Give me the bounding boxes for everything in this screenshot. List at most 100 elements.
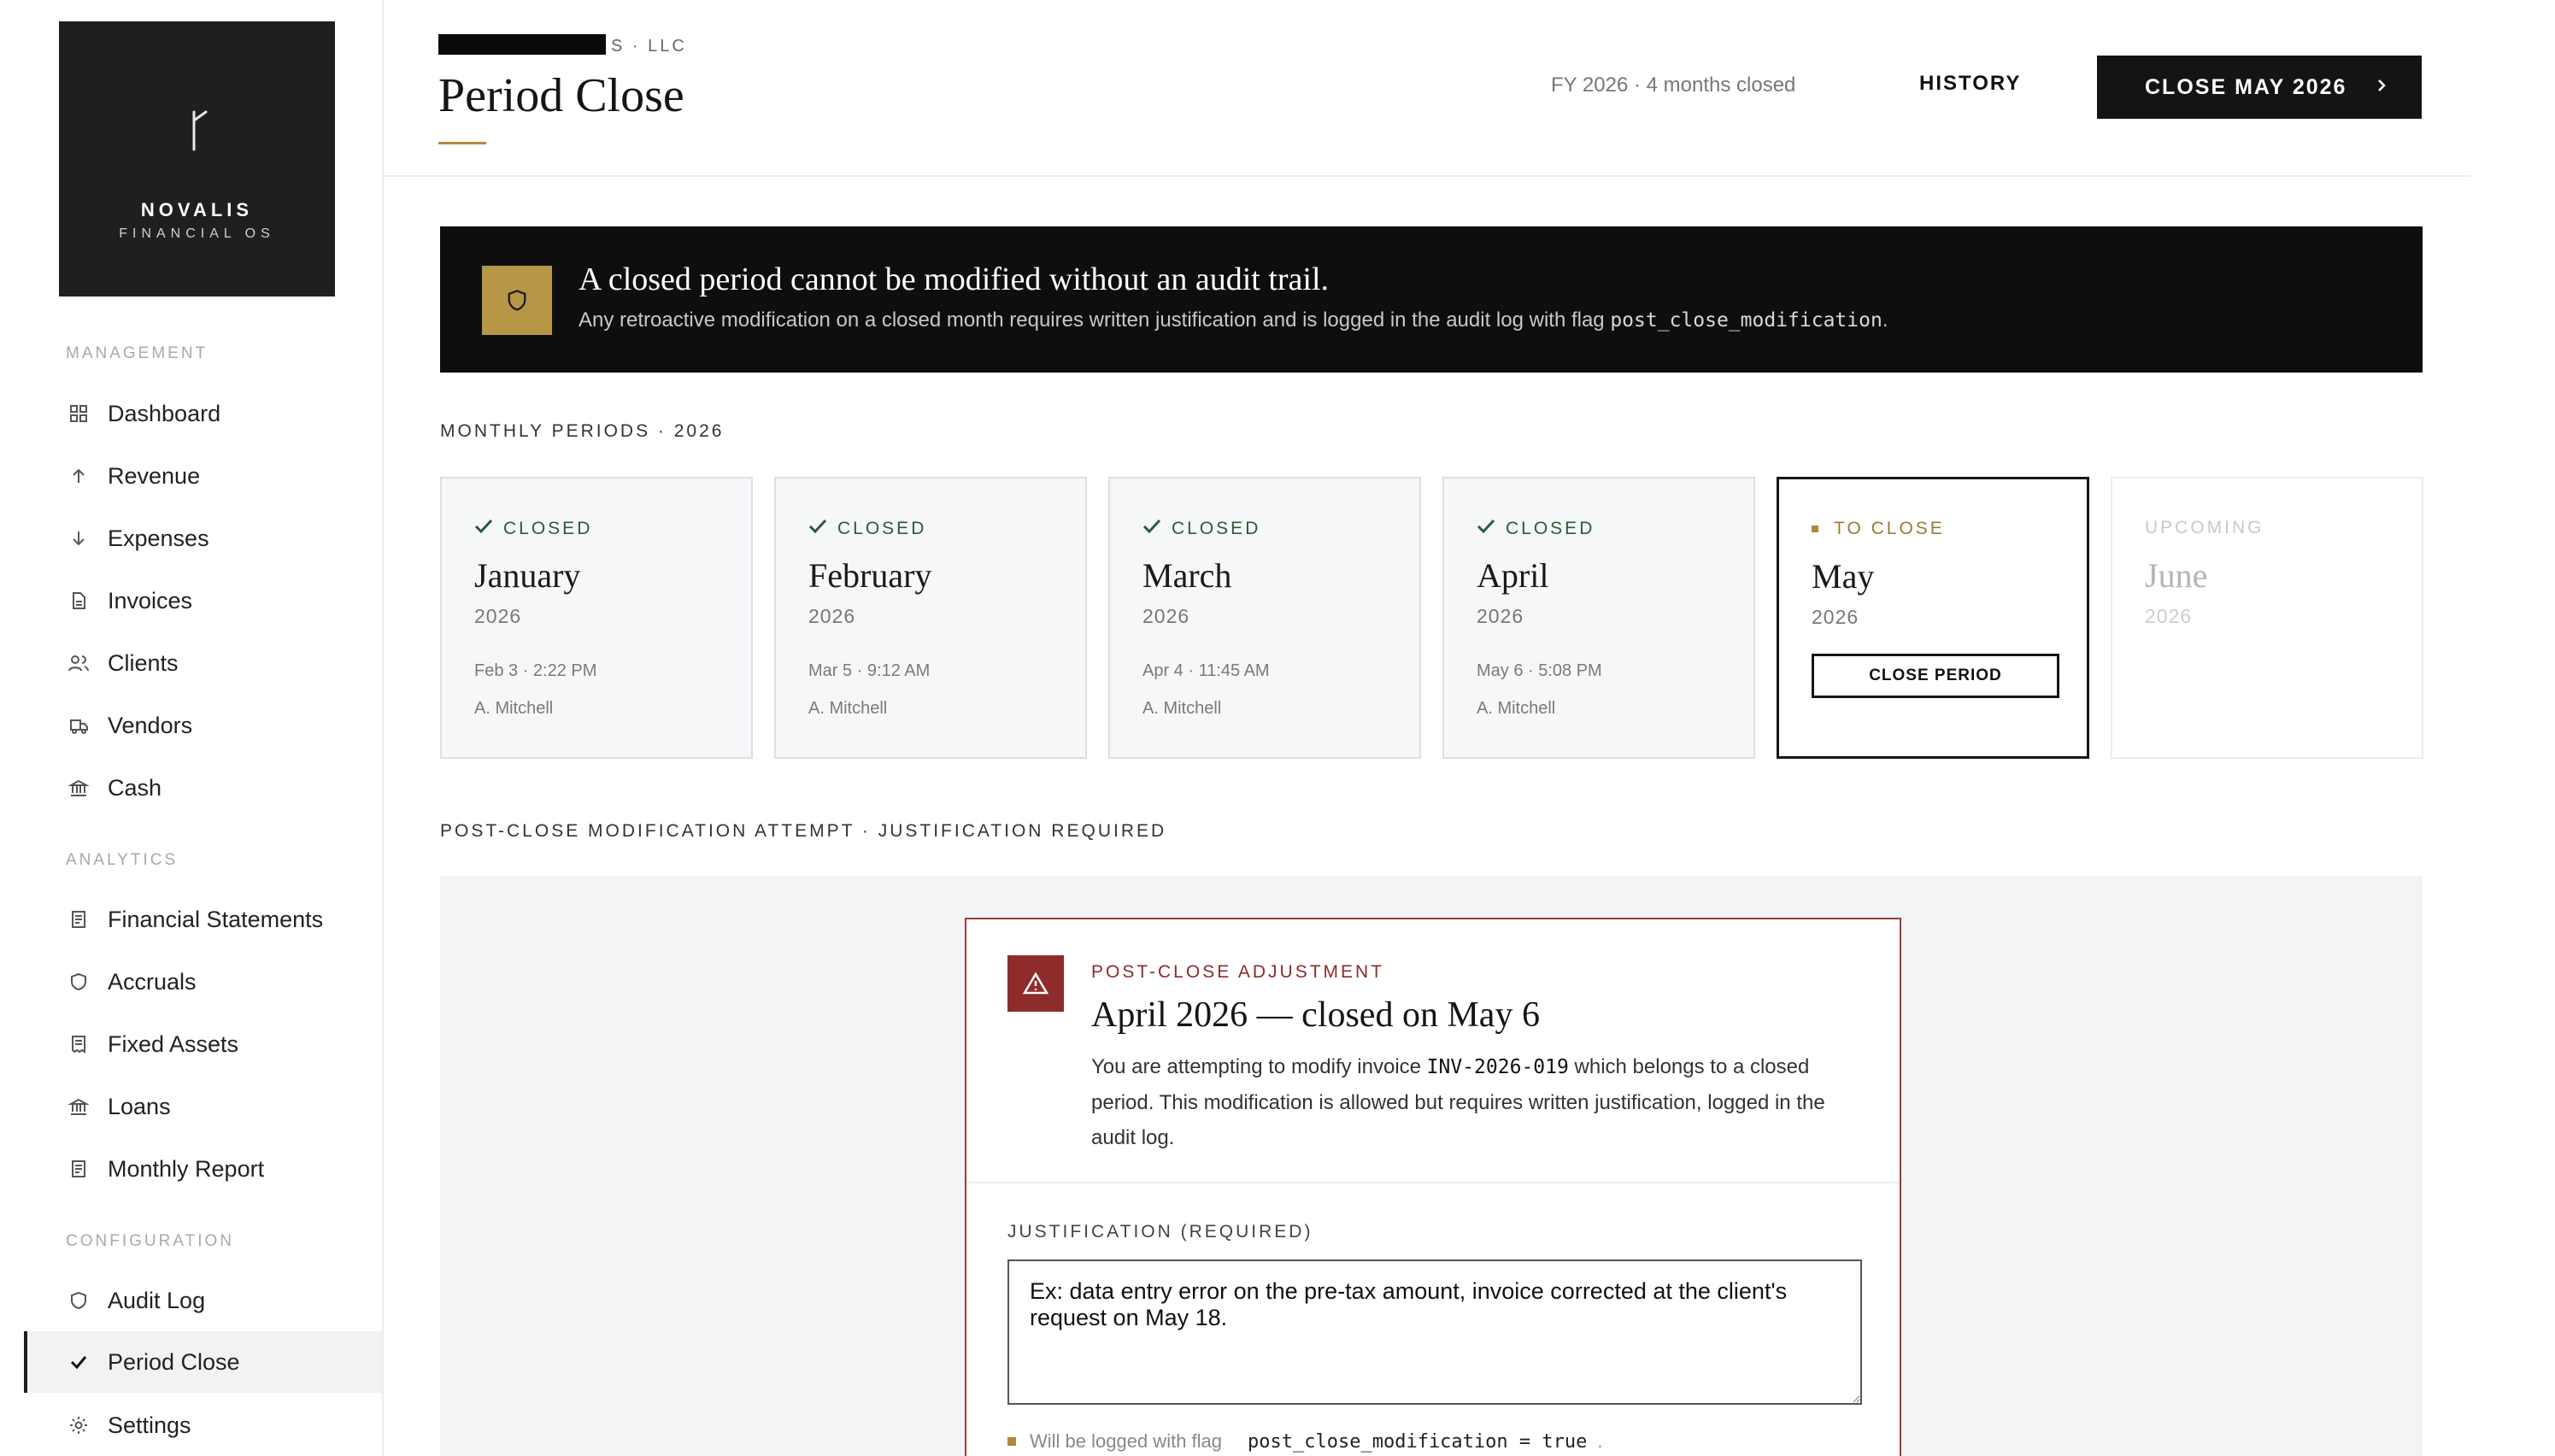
close-period-button-label: CLOSE MAY 2026 [2145, 74, 2347, 99]
brand-logo[interactable]: NOVALIS FINANCIAL OS [59, 21, 335, 296]
sidebar-item-label: Financial Statements [108, 906, 324, 932]
check-icon [808, 518, 827, 540]
sidebar-item-label: Revenue [108, 462, 201, 489]
nav-section-configuration: CONFIGURATION [66, 1232, 234, 1250]
justification-field[interactable] [1007, 1259, 1862, 1405]
banner-text: Any retroactive modification on a closed… [579, 308, 1888, 332]
title-underline [438, 142, 486, 144]
sidebar-item-accruals[interactable]: Accruals [24, 952, 382, 1012]
sidebar-item-invoices[interactable]: Invoices [24, 571, 382, 631]
period-status: CLOSED [808, 518, 926, 540]
period-status: CLOSED [1142, 518, 1260, 540]
fiscal-year-status: FY 2026 · 4 months closed [1551, 73, 1796, 97]
sidebar-item-fixed-assets[interactable]: Fixed Assets [24, 1014, 382, 1074]
sidebar-item-monthly-report[interactable]: Monthly Report [24, 1139, 382, 1199]
truck-icon [67, 713, 91, 737]
check-icon [474, 518, 493, 540]
status-label: CLOSED [1172, 519, 1261, 538]
dialog-divider [966, 1182, 1900, 1183]
close-period-button[interactable]: CLOSE PERIOD [1812, 654, 2059, 698]
status-dot-icon [1812, 525, 1818, 532]
sidebar-item-loans[interactable]: Loans [24, 1077, 382, 1136]
sidebar-item-financial-statements[interactable]: Financial Statements [24, 889, 382, 949]
nav-section-management: MANAGEMENT [66, 344, 209, 362]
sidebar-item-label: Monthly Report [108, 1155, 265, 1182]
status-label: TO CLOSE [1834, 519, 1945, 538]
period-month: February [808, 556, 932, 595]
receipt-icon [67, 1032, 91, 1056]
sidebar-item-settings[interactable]: Settings [24, 1395, 382, 1455]
closed-timestamp: Mar 5 · 9:12 AM [808, 661, 931, 680]
dialog-kicker: POST-CLOSE ADJUSTMENT [1091, 962, 1385, 982]
sidebar: NOVALIS FINANCIAL OS MANAGEMENT Dashboar… [0, 0, 384, 1456]
check-icon [1142, 518, 1161, 540]
gear-icon [67, 1413, 91, 1437]
period-year: 2026 [1142, 605, 1190, 627]
period-month: June [2145, 556, 2208, 595]
period-year: 2026 [1477, 605, 1524, 627]
post-close-adjustment-dialog: POST-CLOSE ADJUSTMENT April 2026 — close… [965, 918, 1901, 1456]
period-card-february[interactable]: CLOSED February 2026 Mar 5 · 9:12 AM A. … [774, 477, 1087, 759]
shield-icon [482, 266, 552, 335]
sidebar-item-label: Accruals [108, 968, 197, 995]
period-status: CLOSED [474, 518, 592, 540]
bank-icon [67, 1095, 91, 1118]
sidebar-item-clients[interactable]: Clients [24, 633, 382, 693]
report-icon [67, 907, 91, 931]
page-title: Period Close [438, 69, 684, 122]
sidebar-item-dashboard[interactable]: Dashboard [24, 384, 382, 443]
audit-warning-banner: A closed period cannot be modified witho… [440, 226, 2423, 373]
check-icon [1477, 518, 1495, 540]
document-icon [67, 589, 91, 613]
sidebar-item-label: Fixed Assets [108, 1030, 239, 1057]
sidebar-item-label: Clients [108, 649, 179, 676]
period-card-may[interactable]: TO CLOSE May 2026 CLOSE PERIOD [1777, 477, 2089, 759]
history-button[interactable]: HISTORY [1919, 72, 2021, 96]
sidebar-item-period-close[interactable]: Period Close [24, 1331, 382, 1393]
sidebar-item-label: Vendors [108, 712, 193, 738]
report-icon [67, 1157, 91, 1181]
sidebar-item-label: Audit Log [108, 1287, 206, 1313]
closed-by: A. Mitchell [1142, 699, 1222, 718]
period-status: CLOSED [1477, 518, 1595, 540]
dialog-body: You are attempting to modify invoice INV… [1091, 1049, 1869, 1155]
nav-section-analytics: ANALYTICS [66, 851, 179, 869]
closed-timestamp: May 6 · 5:08 PM [1477, 661, 1602, 680]
sidebar-item-vendors[interactable]: Vendors [24, 696, 382, 755]
audit-log-note: Will be logged with flag post_close_modif… [1007, 1430, 1603, 1453]
status-label: CLOSED [1506, 519, 1595, 538]
period-year: 2026 [1812, 606, 1859, 628]
check-icon [67, 1350, 91, 1374]
period-card-april[interactable]: CLOSED April 2026 May 6 · 5:08 PM A. Mit… [1442, 477, 1755, 759]
closed-by: A. Mitchell [808, 699, 888, 718]
page-header: S · LLC Period Close FY 2026 · 4 months … [384, 0, 2470, 177]
close-period-primary-button[interactable]: CLOSE MAY 2026 [2097, 56, 2422, 119]
shield-icon [67, 970, 91, 994]
period-status: UPCOMING [2145, 518, 2264, 537]
status-label: CLOSED [837, 519, 927, 538]
note-marker-icon [1007, 1437, 1016, 1446]
company-name: S · LLC [438, 34, 687, 56]
redaction-bar [438, 34, 606, 55]
arrow-up-icon [67, 464, 91, 488]
dialog-title: April 2026 — closed on May 6 [1091, 995, 1540, 1035]
period-card-march[interactable]: CLOSED March 2026 Apr 4 · 11:45 AM A. Mi… [1108, 477, 1421, 759]
banner-text-body: Any retroactive modification on a closed… [579, 308, 1611, 332]
sidebar-item-label: Invoices [108, 587, 193, 614]
sidebar-item-cash[interactable]: Cash [24, 758, 382, 818]
banner-title: A closed period cannot be modified witho… [579, 261, 1330, 297]
period-year: 2026 [808, 605, 856, 627]
sidebar-item-audit-log[interactable]: Audit Log [24, 1271, 382, 1330]
period-card-january[interactable]: CLOSED January 2026 Feb 3 · 2:22 PM A. M… [440, 477, 753, 759]
brand-mark-icon [59, 107, 335, 159]
period-year: 2026 [474, 605, 522, 627]
log-note-end: . [1597, 1430, 1603, 1452]
sidebar-item-expenses[interactable]: Expenses [24, 508, 382, 568]
sidebar-item-label: Dashboard [108, 400, 221, 426]
sidebar-item-revenue[interactable]: Revenue [24, 446, 382, 506]
period-month: January [474, 556, 581, 595]
chevron-right-icon [2376, 75, 2388, 100]
sidebar-item-label: Period Close [108, 1348, 240, 1375]
brand-subtitle: FINANCIAL OS [119, 226, 275, 241]
justification-label: JUSTIFICATION (REQUIRED) [1007, 1222, 1313, 1242]
